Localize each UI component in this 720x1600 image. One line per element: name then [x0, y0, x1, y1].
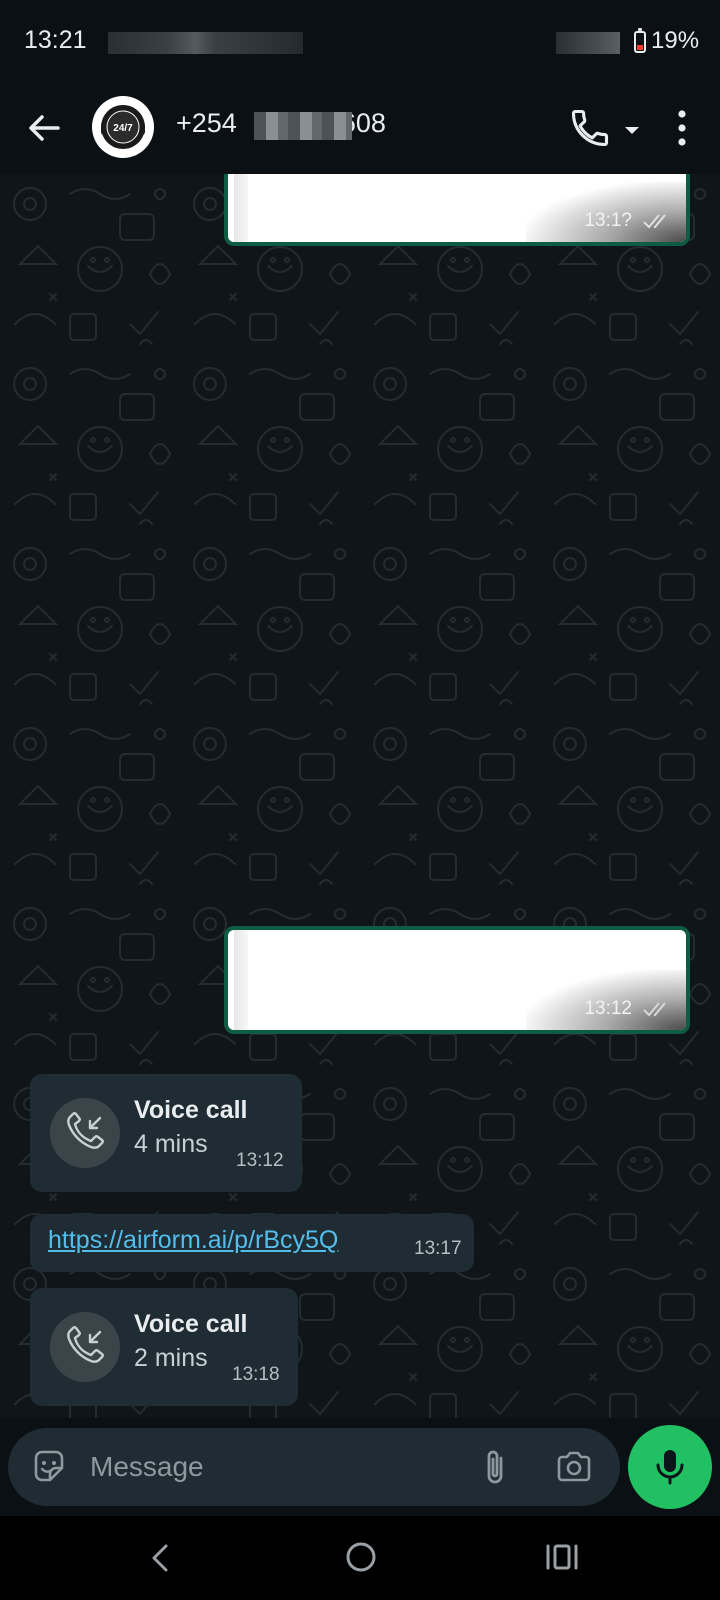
message-time: 13:18 [232, 1364, 280, 1385]
incoming-call-icon [67, 1112, 104, 1149]
more-options-button[interactable] [662, 104, 702, 152]
caret-down-icon [625, 127, 639, 134]
nav-home-button[interactable] [344, 1540, 378, 1574]
call-title: Voice call [134, 1310, 248, 1338]
message-input[interactable] [90, 1446, 450, 1488]
message-time: 13:1? [584, 210, 632, 231]
status-time: 13:21 [24, 26, 87, 54]
voice-call-button[interactable] [568, 106, 612, 150]
double-check-icon [643, 214, 666, 229]
status-redacted-area [108, 32, 303, 54]
chevron-left-icon [152, 1544, 168, 1572]
message-time: 13:12 [584, 998, 632, 1019]
status-redacted-area-right [556, 32, 620, 54]
voice-call-bubble[interactable]: Voice call 4 mins 13:12 [30, 1074, 302, 1192]
incoming-call-icon [67, 1326, 104, 1363]
outgoing-message-bubble[interactable]: 13:12 [224, 926, 690, 1034]
paperclip-icon [487, 1450, 503, 1484]
call-icon-circle [50, 1312, 120, 1382]
double-check-icon [643, 1002, 666, 1017]
message-list[interactable]: 13:1? 13:12 Voice call 4 mins 13:12 http… [0, 174, 720, 1418]
voice-call-bubble[interactable]: Voice call 2 mins 13:18 [30, 1288, 298, 1406]
call-duration: 2 mins [134, 1344, 208, 1372]
voice-message-button[interactable] [628, 1425, 712, 1509]
recents-icon [546, 1544, 578, 1570]
system-navigation-bar [0, 1516, 720, 1600]
message-time: 13:17 [414, 1238, 462, 1259]
avatar-text: 24/7 [113, 123, 133, 134]
outgoing-message-bubble[interactable]: 13:1? [224, 174, 690, 246]
message-composer [8, 1428, 620, 1506]
call-icon-circle [50, 1098, 120, 1168]
support-logo-icon: 24/7 [101, 105, 145, 149]
microphone-icon [656, 1450, 684, 1485]
contact-avatar[interactable]: 24/7 [92, 96, 154, 158]
battery-icon [634, 28, 646, 53]
chat-screen: 13:21 19% 24/7 +254 608 13:1? 13:12 Voic… [0, 0, 720, 1600]
call-duration: 4 mins [134, 1130, 208, 1158]
status-bar: 13:21 19% [0, 0, 720, 86]
bubble-redaction-bar [234, 174, 248, 242]
bubble-redaction-bar [234, 930, 248, 1030]
more-vertical-icon [678, 110, 686, 146]
sticker-button[interactable] [30, 1448, 68, 1486]
chat-header: 24/7 +254 608 [0, 86, 720, 174]
camera-icon [557, 1451, 591, 1482]
attach-button[interactable] [478, 1446, 512, 1488]
home-circle-icon [346, 1542, 376, 1572]
call-title: Voice call [134, 1096, 248, 1124]
back-button[interactable] [20, 104, 68, 152]
arrow-left-icon [29, 115, 60, 141]
nav-back-button[interactable] [146, 1540, 176, 1576]
sticker-icon [34, 1450, 64, 1482]
camera-button[interactable] [554, 1448, 594, 1486]
message-link[interactable]: https://airform.ai/p/rBcy5Q [48, 1226, 338, 1255]
contact-number-prefix: +254 [176, 108, 237, 138]
contact-redaction-block [254, 112, 352, 140]
link-message-bubble[interactable]: https://airform.ai/p/rBcy5Q 13:17 [30, 1214, 474, 1272]
phone-icon [571, 109, 609, 147]
call-options-dropdown[interactable] [618, 116, 646, 144]
message-time: 13:12 [236, 1150, 284, 1171]
battery-percent: 19% [651, 27, 700, 54]
nav-recents-button[interactable] [544, 1542, 580, 1572]
